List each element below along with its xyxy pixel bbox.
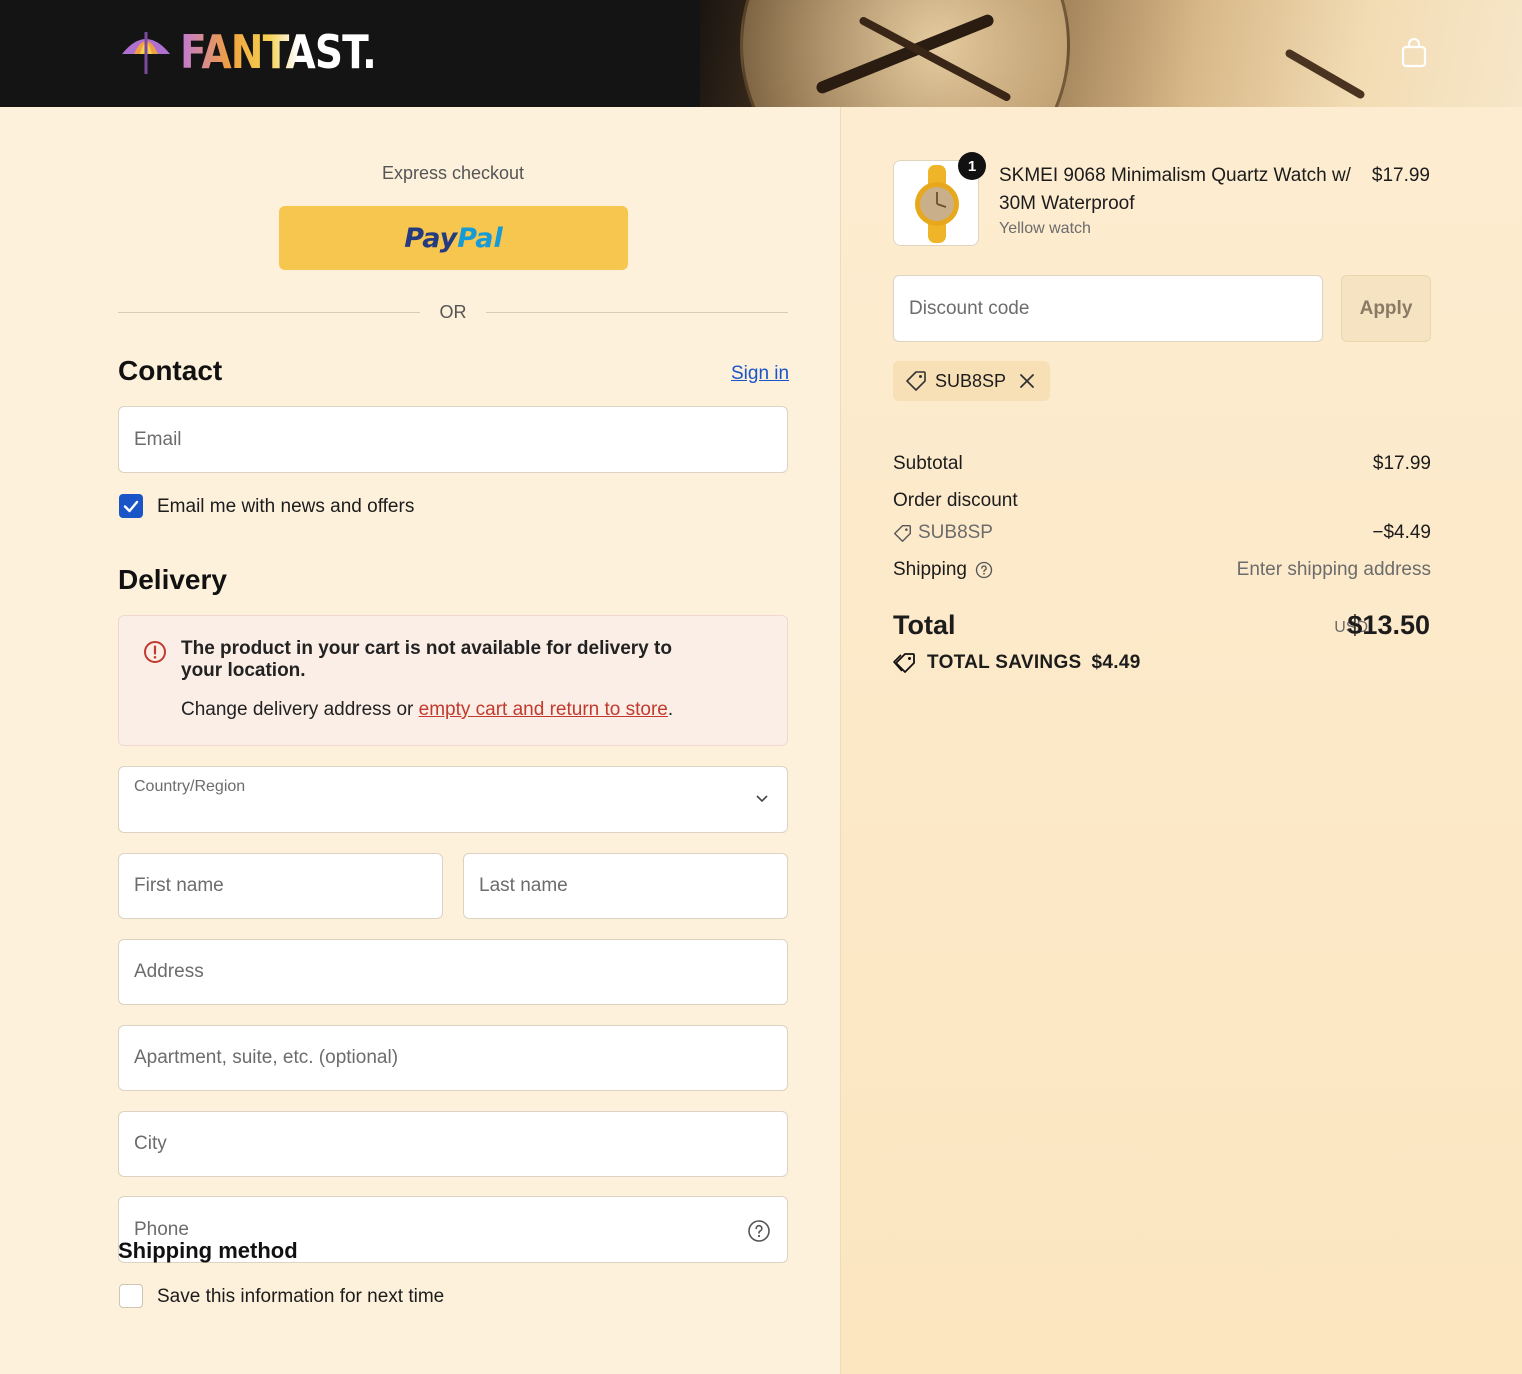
shipping-help-icon[interactable] bbox=[975, 561, 993, 579]
newsletter-checkbox[interactable] bbox=[119, 494, 143, 518]
order-summary: 1 SKMEI 9068 Minimalism Quartz Watch w/ … bbox=[840, 107, 1522, 1374]
empty-cart-link[interactable]: empty cart and return to store bbox=[419, 699, 668, 720]
applied-code-text: SUB8SP bbox=[935, 370, 1007, 391]
discount-code-field[interactable]: Discount code bbox=[893, 275, 1323, 342]
subtotal-row: Subtotal $17.99 bbox=[893, 453, 1431, 474]
city-field[interactable]: City bbox=[118, 1111, 788, 1177]
savings-tag-icon bbox=[893, 653, 915, 673]
apply-discount-button[interactable]: Apply bbox=[1341, 275, 1431, 342]
subtotal-value: $17.99 bbox=[1372, 453, 1431, 474]
product-name: SKMEI 9068 Minimalism Quartz Watch w/ 30… bbox=[999, 165, 1351, 214]
shopping-bag-icon[interactable] bbox=[1400, 38, 1428, 68]
or-divider: OR bbox=[118, 302, 788, 324]
order-discount-row: Order discount bbox=[893, 490, 1018, 511]
alert-title: The product in your cart is not availabl… bbox=[181, 638, 672, 681]
paypal-button[interactable]: Pay Pal bbox=[279, 206, 628, 270]
help-icon[interactable] bbox=[747, 1219, 771, 1243]
total-label: Total bbox=[893, 610, 956, 640]
error-icon bbox=[144, 641, 166, 663]
discount-value: −$4.49 bbox=[1372, 522, 1431, 543]
brand-logo[interactable]: FANTAST. bbox=[118, 24, 411, 80]
product-variant: Yellow watch bbox=[999, 220, 1091, 237]
brand-name: FANTAST. bbox=[180, 25, 377, 79]
shipping-value: Enter shipping address bbox=[1236, 559, 1431, 580]
first-name-field[interactable]: First name bbox=[118, 853, 443, 919]
checkmark-icon bbox=[123, 500, 139, 513]
total-savings: TOTAL SAVINGS $4.49 bbox=[893, 652, 1141, 674]
umbrella-logo-icon bbox=[122, 32, 170, 74]
contact-heading: Contact bbox=[118, 355, 223, 386]
chevron-down-icon bbox=[756, 795, 768, 803]
address-field[interactable]: Address bbox=[118, 939, 788, 1005]
product-price: $17.99 bbox=[1371, 165, 1430, 186]
express-checkout-label: Express checkout bbox=[381, 163, 525, 183]
alert-body: Change delivery address or empty cart an… bbox=[181, 699, 674, 720]
delivery-error-banner: The product in your cart is not availabl… bbox=[118, 615, 788, 746]
sign-in-link[interactable]: Sign in bbox=[731, 363, 789, 385]
checkout-form: Express checkout Pay Pal OR Contact Sign … bbox=[0, 107, 840, 1374]
remove-discount-icon[interactable] bbox=[1018, 372, 1036, 390]
header-banner-image bbox=[700, 0, 1522, 107]
shipping-row: Shipping Enter shipping address bbox=[893, 559, 1431, 580]
last-name-field[interactable]: Last name bbox=[463, 853, 788, 919]
tag-icon bbox=[894, 524, 911, 542]
apartment-field[interactable]: Apartment, suite, etc. (optional) bbox=[118, 1025, 788, 1091]
savings-value: $4.49 bbox=[1091, 652, 1141, 673]
order-discount-code-row: SUB8SP −$4.49 bbox=[893, 522, 1431, 549]
save-info-checkbox[interactable] bbox=[119, 1284, 143, 1308]
delivery-heading: Delivery bbox=[118, 564, 227, 595]
newsletter-label: Email me with news and offers bbox=[157, 496, 415, 517]
country-select[interactable]: Country/Region bbox=[118, 766, 788, 833]
total-amount: $13.50 bbox=[1347, 610, 1430, 640]
quantity-badge: 1 bbox=[958, 152, 986, 180]
email-field[interactable]: Email bbox=[118, 406, 788, 473]
site-header: FANTAST. bbox=[0, 0, 1522, 107]
applied-discount-chip: SUB8SP bbox=[893, 361, 1051, 401]
save-info-label: Save this information for next time bbox=[157, 1286, 445, 1307]
tag-icon bbox=[906, 371, 926, 391]
shipping-method-heading: Shipping method bbox=[118, 1238, 298, 1263]
